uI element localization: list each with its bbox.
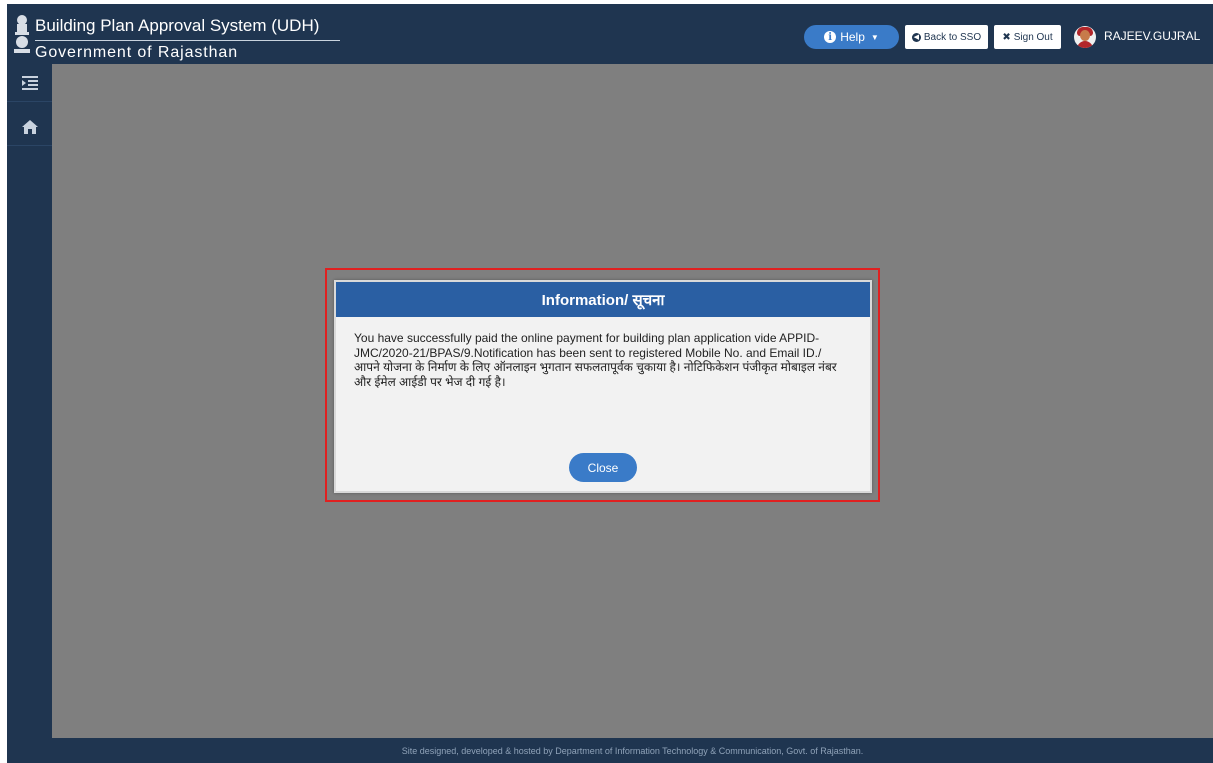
state-emblem-icon [14,15,30,53]
help-label: Help [840,30,865,44]
sign-out-button[interactable]: ✖ Sign Out [994,25,1061,49]
avatar-face [1080,30,1090,41]
sidebar-menu-toggle[interactable] [7,64,52,102]
app-subtitle: Government of Rajasthan [35,44,239,61]
dialog-message-hindi: आपने योजना के निर्माण के लिए ऑनलाइन भुगत… [354,360,837,389]
dialog-message-english: You have successfully paid the online pa… [354,331,822,360]
top-header: Building Plan Approval System (UDH) Gove… [7,4,1213,64]
info-icon: i [824,31,837,43]
sidebar [7,64,52,763]
caret-down-icon: ▼ [870,32,879,42]
home-icon [21,119,38,134]
close-icon: ✖ [1002,31,1011,43]
user-avatar[interactable] [1074,26,1096,48]
dialog-body: You have successfully paid the online pa… [336,317,870,389]
sign-out-label: Sign Out [1013,31,1053,43]
footer: Site designed, developed & hosted by Dep… [52,738,1213,763]
close-button[interactable]: Close [569,453,637,482]
back-to-sso-label: Back to SSO [923,31,982,43]
app-title: Building Plan Approval System (UDH) [35,16,320,35]
help-button[interactable]: i Help ▼ [804,25,899,49]
username-label[interactable]: RAJEEV.GUJRAL [1104,29,1200,43]
information-dialog: Information/ सूचना You have successfully… [334,280,872,493]
menu-toggle-icon [21,75,38,90]
dialog-title: Information/ सूचना [336,282,870,317]
avatar-body [1077,41,1093,48]
back-to-sso-button[interactable]: ◀ Back to SSO [905,25,988,49]
title-divider [35,40,340,41]
arrow-left-circle-icon: ◀ [911,32,921,42]
sidebar-item-home[interactable] [7,108,52,146]
